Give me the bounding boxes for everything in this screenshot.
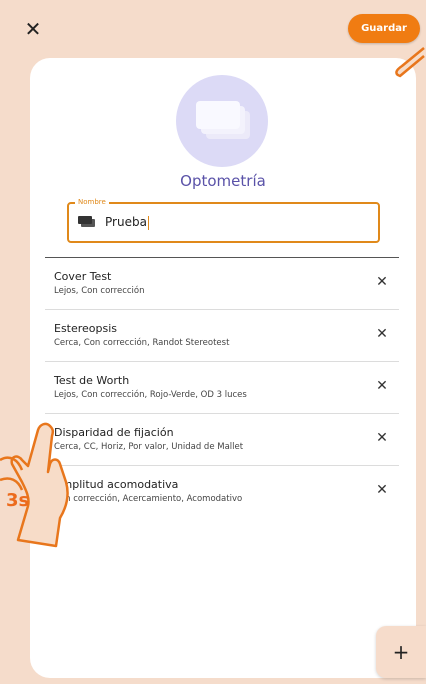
- add-test-button[interactable]: +: [376, 626, 426, 678]
- test-name: Estereopsis: [54, 322, 118, 335]
- remove-test-icon[interactable]: ✕: [375, 431, 389, 445]
- remove-test-icon[interactable]: ✕: [375, 327, 389, 341]
- cards-stack-icon: [196, 101, 250, 139]
- test-row[interactable]: Test de Worth Lejos, Con corrección, Roj…: [45, 362, 399, 414]
- test-row[interactable]: Disparidad de fijación Cerca, CC, Horiz,…: [45, 414, 399, 466]
- test-name: Test de Worth: [54, 374, 130, 387]
- test-detail: Lejos, Con corrección, Rojo-Verde, OD 3 …: [54, 390, 247, 400]
- test-list: Cover Test Lejos, Con corrección ✕ Ester…: [45, 258, 399, 517]
- close-icon[interactable]: ✕: [22, 18, 44, 40]
- name-input[interactable]: Prueba: [105, 214, 149, 230]
- category-title: Optometría: [180, 172, 266, 190]
- long-press-hand-icon: [0, 422, 69, 548]
- remove-test-icon[interactable]: ✕: [375, 379, 389, 393]
- remove-test-icon[interactable]: ✕: [375, 275, 389, 289]
- test-detail: Lejos, Con corrección: [54, 286, 145, 296]
- category-avatar: [176, 75, 268, 167]
- remove-test-icon[interactable]: ✕: [375, 483, 389, 497]
- test-row[interactable]: Cover Test Lejos, Con corrección ✕: [45, 258, 399, 310]
- test-name: Cover Test: [54, 270, 112, 283]
- name-field-label: Nombre: [75, 197, 109, 207]
- test-row[interactable]: Estereopsis Cerca, Con corrección, Rando…: [45, 310, 399, 362]
- hold-duration-label: 3s: [6, 490, 30, 511]
- save-button[interactable]: Guardar: [348, 14, 420, 43]
- test-detail: Cerca, CC, Horiz, Por valor, Unidad de M…: [54, 442, 244, 452]
- tap-gesture-icon: [395, 47, 425, 78]
- test-detail: Con corrección, Acercamiento, Acomodativ…: [54, 494, 243, 504]
- test-row[interactable]: Amplitud acomodativa Con corrección, Ace…: [45, 466, 399, 517]
- card-icon: [78, 216, 95, 227]
- test-detail: Cerca, Con corrección, Randot Stereotest: [54, 338, 230, 348]
- name-field[interactable]: Nombre Prueba: [67, 197, 380, 243]
